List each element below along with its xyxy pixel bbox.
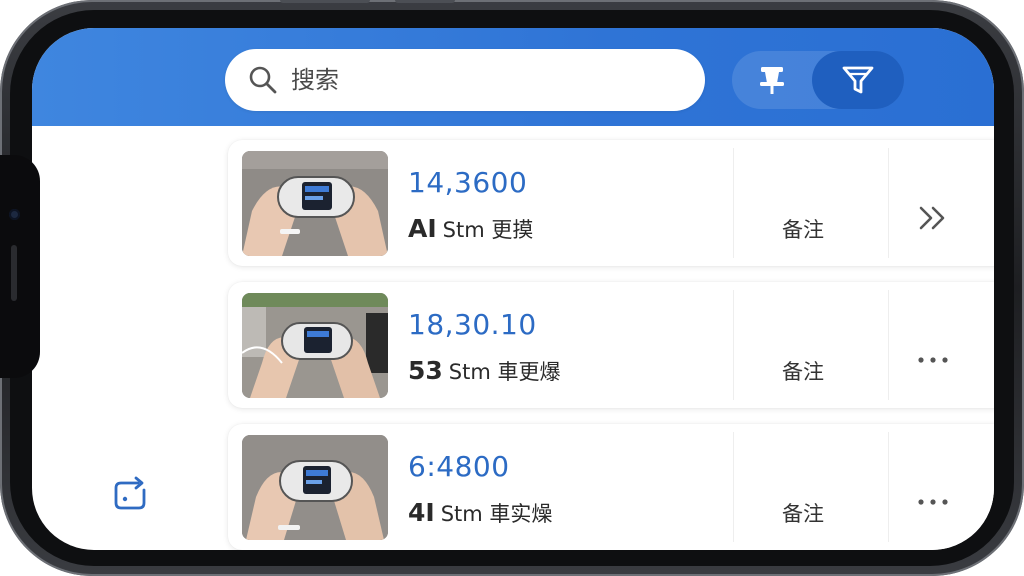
list-item[interactable]: 6:4800 4I Stm 車实燥 备注: [228, 424, 994, 550]
item-thumbnail: [242, 293, 388, 398]
item-description: Stm 更摸: [442, 218, 534, 242]
side-button: [395, 0, 455, 3]
item-subtitle: 53 Stm 車更爆: [408, 356, 561, 386]
list-item[interactable]: 18,30.10 53 Stm 車更爆 备注: [228, 282, 994, 408]
app-screen: 14,3600 AIStm 更摸 备注: [32, 28, 994, 550]
column-divider: [888, 432, 889, 542]
item-thumbnail: [242, 151, 388, 256]
column-divider: [733, 290, 734, 400]
camera-notch: [0, 155, 40, 378]
item-subtitle: 4I Stm 車实燥: [408, 498, 552, 528]
list-item[interactable]: 14,3600 AI Stm 更摸 备注: [228, 140, 994, 266]
device-photo: [242, 435, 388, 540]
item-count: AI: [408, 214, 437, 243]
search-input[interactable]: [289, 59, 673, 101]
note-button[interactable]: 备注: [738, 356, 868, 386]
item-value: 14,3600: [408, 166, 528, 199]
filter-button[interactable]: [812, 51, 904, 109]
search-icon: [249, 66, 277, 94]
column-divider: [888, 148, 889, 258]
column-divider: [888, 290, 889, 400]
item-count: 4I: [408, 498, 435, 527]
search-bar[interactable]: [225, 49, 705, 111]
pin-button[interactable]: [742, 51, 802, 109]
item-count: 53: [408, 356, 443, 385]
item-description: Stm 車更爆: [448, 360, 561, 384]
item-value: 6:4800: [408, 450, 510, 483]
device-photo: [242, 151, 388, 256]
item-value: 18,30.10: [408, 308, 537, 341]
device-photo: [242, 293, 388, 398]
pin-icon: [760, 67, 784, 94]
item-subtitle: AI Stm 更摸: [408, 214, 533, 244]
device-screenshot: 14,3600 AIStm 更摸 备注: [0, 0, 1024, 576]
app-header: [32, 28, 994, 126]
column-divider: [733, 148, 734, 258]
more-horizontal-icon: [918, 357, 948, 363]
more-button[interactable]: [908, 342, 958, 378]
note-button[interactable]: 备注: [738, 214, 868, 244]
item-description: Stm 車实燥: [440, 502, 553, 526]
earpiece-speaker: [11, 245, 17, 301]
sidebar-action-button[interactable]: [110, 474, 150, 514]
volume-button: [280, 0, 370, 3]
front-camera: [9, 209, 20, 220]
note-button[interactable]: 备注: [738, 498, 868, 528]
item-thumbnail: [242, 435, 388, 540]
expand-button[interactable]: [908, 200, 958, 236]
more-button[interactable]: [908, 484, 958, 520]
filter-icon: [842, 66, 874, 94]
toolbar-group: [732, 51, 904, 109]
column-divider: [733, 432, 734, 542]
double-chevron-right-icon: [919, 206, 945, 230]
more-horizontal-icon: [918, 499, 948, 505]
refresh-square-icon: [114, 476, 146, 510]
